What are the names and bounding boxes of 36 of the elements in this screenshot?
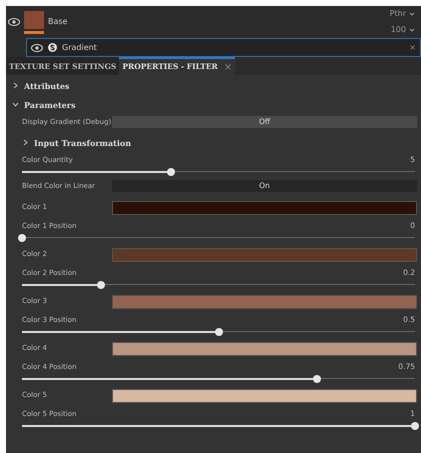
slider-thumb[interactable] xyxy=(18,234,26,242)
visibility-eye-icon[interactable] xyxy=(8,18,20,26)
layer-name: Base xyxy=(48,16,68,28)
slider-track[interactable] xyxy=(22,168,415,176)
layer-name: Gradient xyxy=(62,42,98,54)
slider-thumb[interactable] xyxy=(214,328,222,336)
section-header[interactable]: Attributes xyxy=(10,76,417,95)
color-swatch[interactable] xyxy=(112,200,417,214)
slider-track[interactable] xyxy=(22,328,415,336)
slider-thumb[interactable] xyxy=(411,422,419,430)
filter-layer-row[interactable]: Gradient × xyxy=(26,38,421,57)
section-header[interactable]: Input Transformation xyxy=(10,133,417,152)
chevron-right-icon xyxy=(12,82,19,89)
close-button[interactable]: × xyxy=(409,42,416,54)
slider-track[interactable] xyxy=(22,375,415,383)
slider-thumb[interactable] xyxy=(96,281,105,289)
slider-thumb[interactable] xyxy=(167,168,176,176)
color-swatch[interactable] xyxy=(112,294,417,308)
close-tab-button[interactable]: × xyxy=(224,60,232,74)
slider-track[interactable] xyxy=(22,281,415,289)
section-header[interactable]: Parameters xyxy=(10,95,417,114)
caret-icon xyxy=(409,11,415,17)
filter-icon xyxy=(48,43,57,52)
slider-thumb[interactable] xyxy=(312,375,321,383)
color-swatch[interactable] xyxy=(112,388,417,402)
material-indicator xyxy=(24,30,44,34)
color-swatch[interactable] xyxy=(112,342,417,356)
caret-icon xyxy=(409,27,415,33)
blend-mode-dropdown[interactable]: Pthr xyxy=(390,8,415,20)
chevron-right-icon xyxy=(22,139,29,146)
visibility-eye-icon[interactable] xyxy=(31,44,43,52)
opacity-dropdown[interactable]: 100 xyxy=(390,24,415,36)
chevron-down-icon xyxy=(12,101,19,108)
layer-row[interactable]: Base Pthr 100 xyxy=(6,6,421,38)
color-swatch[interactable] xyxy=(112,248,417,262)
layer-thumbnail xyxy=(24,10,44,28)
